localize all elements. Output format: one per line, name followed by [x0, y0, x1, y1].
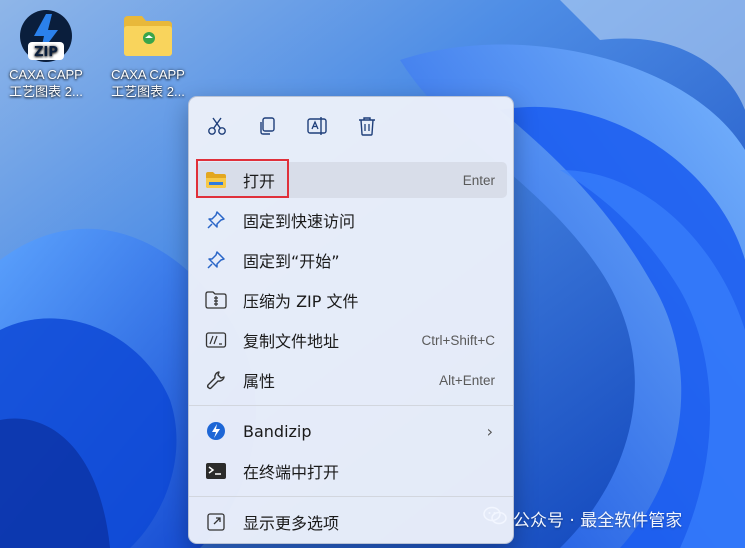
menu-item-compress-zip[interactable]: 压缩为 ZIP 文件 [197, 282, 507, 318]
pin-icon [205, 209, 227, 231]
rename-button[interactable] [302, 111, 332, 141]
menu-item-label: 复制文件地址 [243, 332, 340, 351]
zip-badge-text: ZIP [34, 45, 58, 60]
menu-item-label: 压缩为 ZIP 文件 [243, 292, 359, 311]
copy-icon [260, 117, 275, 135]
desktop-icon-label-line1: CAXA CAPP [9, 67, 83, 82]
copy-path-icon [205, 329, 227, 351]
menu-item-label: 属性 [243, 372, 276, 391]
terminal-icon [205, 460, 227, 482]
menu-item-open-terminal[interactable]: 在终端中打开 [197, 453, 507, 489]
menu-item-pin-quick-access[interactable]: 固定到快速访问 [197, 202, 507, 238]
desktop-icon-label-line1: CAXA CAPP [111, 67, 185, 82]
wrench-icon [205, 369, 227, 391]
copy-button[interactable] [252, 111, 282, 141]
delete-button[interactable] [352, 111, 382, 141]
folder-icon [124, 16, 172, 56]
menu-item-label: 固定到快速访问 [243, 212, 356, 231]
more-options-icon [205, 511, 227, 533]
delete-icon [359, 117, 375, 136]
menu-item-shortcut: Ctrl+Shift+C [421, 332, 495, 348]
bandizip-icon [205, 420, 227, 442]
wechat-icon [483, 506, 507, 531]
menu-item-label: Bandizip [243, 421, 312, 441]
menu-separator [189, 405, 513, 406]
desktop-icon-folder[interactable]: CAXA CAPP 工艺图表 2... [102, 8, 194, 100]
menu-item-copy-path[interactable]: 复制文件地址 Ctrl+Shift+C [197, 322, 507, 358]
watermark: 公众号 · 最全软件管家 [483, 506, 682, 531]
highlight-box [196, 159, 289, 198]
watermark-text: 公众号 · 最全软件管家 [513, 511, 683, 531]
desktop-icon-label-line2: 工艺图表 2... [111, 84, 185, 99]
menu-separator [189, 496, 513, 497]
context-menu-toolbar [189, 97, 513, 155]
rename-icon [307, 117, 327, 135]
menu-item-bandizip[interactable]: Bandizip › [197, 413, 507, 449]
menu-item-show-more-options[interactable]: 显示更多选项 [197, 504, 507, 540]
chevron-right-icon: › [486, 421, 493, 441]
desktop-icon-zip-file[interactable]: ZIP CAXA CAPP 工艺图表 2... [0, 8, 92, 100]
menu-item-pin-start[interactable]: 固定到“开始” [197, 242, 507, 278]
desktop-icon-label-line2: 工艺图表 2... [9, 84, 83, 99]
zip-archive-icon: ZIP [20, 10, 72, 62]
zip-compress-icon [205, 289, 227, 311]
menu-item-shortcut: Enter [462, 172, 495, 188]
menu-item-label: 固定到“开始” [243, 252, 340, 271]
pin-start-icon [205, 249, 227, 271]
cut-icon [208, 117, 226, 135]
menu-item-shortcut: Alt+Enter [439, 372, 495, 388]
menu-item-label: 显示更多选项 [243, 514, 340, 533]
menu-item-label: 在终端中打开 [243, 463, 340, 482]
menu-item-properties[interactable]: 属性 Alt+Enter [197, 362, 507, 398]
cut-button[interactable] [202, 111, 232, 141]
